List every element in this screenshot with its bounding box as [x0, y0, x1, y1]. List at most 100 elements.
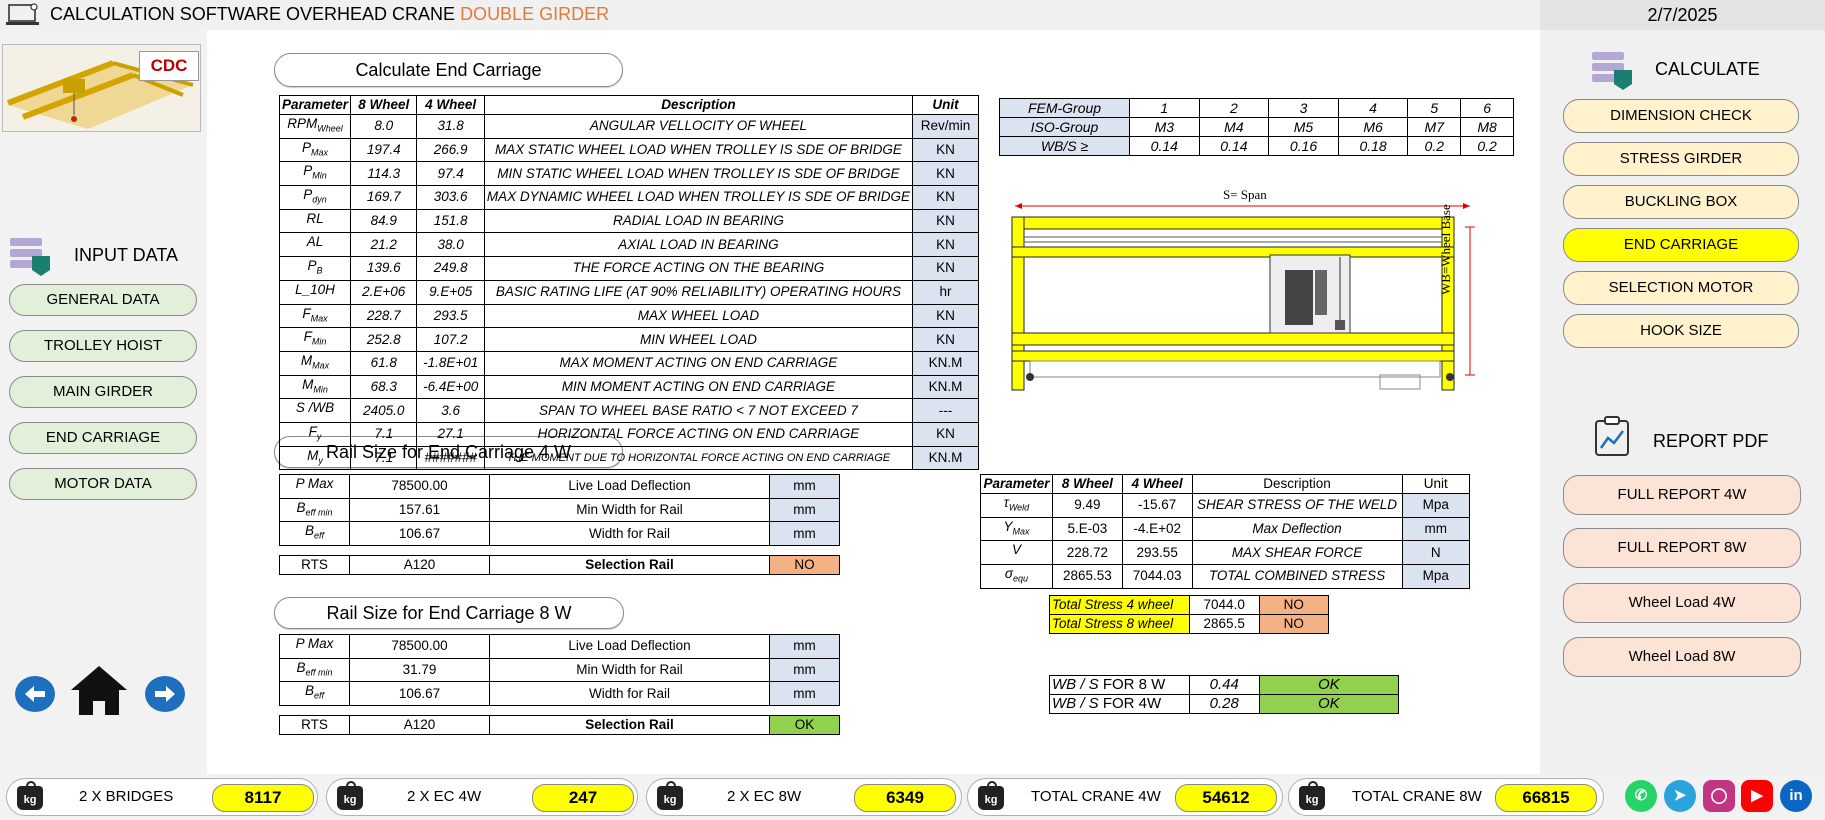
rail-4w-rts-table: RTS A120 Selection Rail NO	[279, 555, 840, 575]
param-symbol: M	[302, 376, 314, 392]
total-stress-row: Total Stress 8 wheel 2865.5 NO	[1049, 614, 1330, 634]
calculate-title: CALCULATE	[1655, 59, 1760, 79]
selection-motor-button[interactable]: SELECTION MOTOR	[1563, 271, 1799, 305]
header-unit: Unit	[911, 95, 980, 115]
row-description: HORIZONTAL FORCE ACTING ON END CARRIAGE	[483, 421, 913, 447]
kg-weight-icon: kg	[337, 781, 363, 810]
wbs-ratio-text: FOR 4W	[1098, 695, 1162, 713]
table-row: FMin 252.8 107.2 MIN WHEEL LOAD KN	[278, 327, 980, 352]
stress-girder-button[interactable]: STRESS GIRDER	[1563, 142, 1799, 176]
hook-size-button[interactable]: HOOK SIZE	[1563, 314, 1799, 348]
rail-8w-heading: Rail Size for End Carriage 8 W	[274, 597, 624, 629]
back-button[interactable]	[15, 676, 55, 712]
rts-label: RTS	[279, 715, 350, 735]
value-4-wheel: 293.55	[1121, 540, 1193, 566]
value-4-wheel: 9.E+05	[416, 279, 485, 305]
value-4-wheel: 7044.03	[1121, 564, 1193, 589]
wheel-base-label: WB=Wheel Base	[1438, 185, 1454, 295]
row-value: 106.67	[349, 521, 490, 547]
fem-cell: 1	[1129, 98, 1200, 118]
footer-label: 2 X EC 8W	[727, 788, 802, 805]
table-row: RPMWheel 8.0 31.8 ANGULAR VELLOCITY OF WHEE…	[278, 114, 980, 139]
row-description: THE MOMENT DUE TO HORIZONTAL FORCE ACTIN…	[483, 445, 913, 471]
table-row: MMin 68.3 -6.4E+00 MIN MOMENT ACTING ON END…	[278, 374, 980, 400]
param-symbol: V	[1011, 542, 1021, 558]
company-logo-image: CDC	[2, 44, 201, 132]
header-8-wheel: 8 Wheel	[1051, 474, 1123, 494]
total-stress-value: 7044.0	[1188, 595, 1260, 615]
row-description: MIN MOMENT ACTING ON END CARRIAGE	[483, 374, 913, 400]
date-display: 2/7/2025	[1540, 0, 1825, 30]
main-girder-button[interactable]: MAIN GIRDER	[9, 376, 197, 408]
footer-label: TOTAL CRANE 8W	[1352, 788, 1482, 805]
rts-row: RTS A120 Selection Rail OK	[279, 715, 840, 735]
table-row: FMax 228.7 293.5 MAX WHEEL LOAD KN	[278, 303, 980, 329]
full-report-8w-button[interactable]: FULL REPORT 8W	[1563, 528, 1801, 568]
row-unit: KN.M	[911, 350, 980, 376]
forward-button[interactable]	[145, 676, 185, 712]
param-subscript: Max	[1012, 526, 1030, 537]
param-subscript: Min	[312, 171, 327, 182]
report-clipboard-icon	[1595, 416, 1629, 456]
full-report-4w-button[interactable]: FULL REPORT 4W	[1563, 475, 1801, 515]
row-value: 106.67	[349, 681, 490, 707]
row-unit: KN	[911, 208, 980, 234]
wbs-cell: 0.2	[1407, 136, 1462, 156]
param-subscript: B	[316, 265, 323, 276]
rail-8w-rts-table: RTS A120 Selection Rail OK	[279, 715, 840, 735]
param-subscript: equ	[1013, 573, 1029, 584]
whatsapp-icon[interactable]: ✆	[1625, 780, 1657, 812]
footer-value: 54612	[1175, 784, 1277, 812]
row-description: AXIAL LOAD IN BEARING	[483, 232, 913, 258]
buckling-box-button[interactable]: BUCKLING BOX	[1563, 185, 1799, 219]
kg-weight-icon: kg	[657, 781, 683, 810]
wbs-ratio-status: OK	[1258, 675, 1400, 695]
home-icon[interactable]	[69, 663, 129, 717]
end-carriage-calc-button[interactable]: END CARRIAGE	[1563, 228, 1799, 262]
value-4-wheel: 38.0	[416, 232, 485, 258]
wheel-load-4w-button[interactable]: Wheel Load 4W	[1563, 583, 1801, 623]
param-symbol: M	[307, 447, 319, 463]
total-stress-label: Total Stress 4 wheel	[1049, 595, 1190, 615]
fem-row: FEM-Group 1 2 3 4 5 6	[999, 98, 1514, 118]
param-symbol: AL	[306, 234, 324, 250]
param-cell: Beff min	[279, 497, 350, 523]
end-carriage-input-button[interactable]: END CARRIAGE	[9, 422, 197, 454]
table-row: YMax 5.E-03 -4.E+02 Max Deflection mm	[980, 516, 1470, 542]
param-symbol: P	[307, 258, 317, 274]
footer-total-8w: kg TOTAL CRANE 8W 66815	[1288, 778, 1604, 816]
motor-data-button[interactable]: MOTOR DATA	[9, 468, 197, 500]
linkedin-icon[interactable]: in	[1780, 780, 1812, 812]
row-description: MAX MOMENT ACTING ON END CARRIAGE	[483, 350, 913, 376]
footer-value: 8117	[212, 784, 314, 812]
row-unit: KN	[911, 256, 980, 281]
dimension-check-button[interactable]: DIMENSION CHECK	[1563, 99, 1799, 133]
value-8-wheel: 84.9	[350, 208, 418, 234]
iso-cell: M5	[1268, 117, 1339, 137]
youtube-icon[interactable]: ▶	[1741, 780, 1773, 812]
value-8-wheel: 7.1	[350, 421, 418, 447]
param-subscript: Min	[313, 384, 328, 395]
param-subscript: y	[316, 431, 322, 442]
telegram-icon[interactable]: ➤	[1664, 780, 1696, 812]
wbs-ratio-label: WB / S FOR 8 W	[1049, 675, 1190, 695]
table-row: S /WB 2405.0 3.6 SPAN TO WHEEL BASE RATIO <…	[278, 398, 980, 423]
fem-group-table: FEM-Group 1 2 3 4 5 6 ISO-Group M3 M4 M5…	[999, 98, 1514, 156]
trolley-hoist-button[interactable]: TROLLEY HOIST	[9, 330, 197, 362]
table-row: Beff min 157.61 Min Width for Rail mm	[279, 497, 840, 523]
row-unit: mm	[769, 657, 840, 683]
row-value: 78500.00	[349, 634, 490, 659]
param-cell: V	[980, 540, 1053, 566]
wheel-load-8w-button[interactable]: Wheel Load 8W	[1563, 637, 1801, 677]
value-4-wheel: 97.4	[416, 161, 485, 187]
general-data-button[interactable]: GENERAL DATA	[9, 284, 197, 316]
wbs-cell: 0.14	[1198, 136, 1270, 156]
iso-row: ISO-Group M3 M4 M5 M6 M7 M8	[999, 117, 1514, 137]
value-4-wheel: 151.8	[416, 208, 485, 234]
header-parameter: Parameter	[278, 95, 352, 115]
instagram-icon[interactable]: ◯	[1703, 780, 1735, 812]
end-carriage-table: Parameter 8 Wheel 4 Wheel Description Un…	[278, 95, 980, 471]
table-row: Fy 7.1 27.1 HORIZONTAL FORCE ACTING ON END …	[278, 421, 980, 447]
fem-cell: 4	[1337, 98, 1409, 118]
table-row: Beff 106.67 Width for Rail mm	[279, 521, 840, 547]
